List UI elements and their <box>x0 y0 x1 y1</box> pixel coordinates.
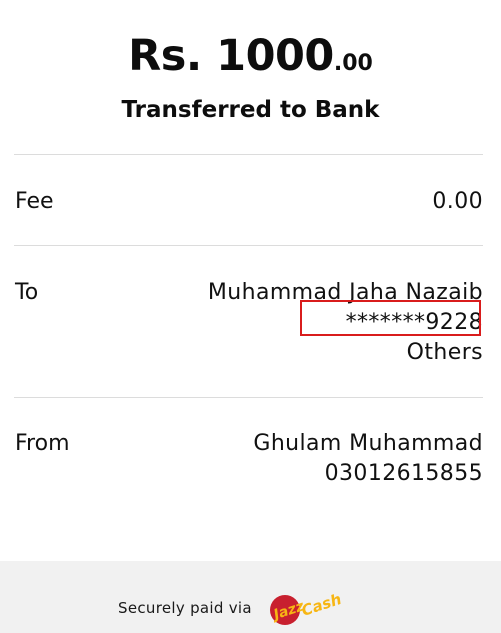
to-label: To <box>15 280 39 305</box>
recipient-bank: Others <box>406 340 483 365</box>
from-details: Ghulam Muhammad 03012615855 <box>253 429 483 489</box>
jazzcash-logo: Jazz Cash <box>269 590 344 625</box>
account-highlight-box <box>300 300 481 336</box>
from-label: From <box>15 431 70 456</box>
divider <box>14 397 483 398</box>
fee-label: Fee <box>15 189 54 214</box>
divider <box>14 154 483 155</box>
svg-text:Cash: Cash <box>299 590 343 620</box>
sender-name: Ghulam Muhammad <box>253 431 483 456</box>
transaction-receipt: Rs. 1000.00 Transferred to Bank Fee 0.00… <box>0 0 501 560</box>
sender-phone: 03012615855 <box>324 461 483 486</box>
transaction-amount: Rs. 1000.00 <box>0 30 501 90</box>
fee-value: 0.00 <box>432 189 483 214</box>
payment-footer: Securely paid via Jazz Cash <box>0 561 501 633</box>
secure-payment-text: Securely paid via <box>118 599 252 617</box>
divider <box>14 245 483 246</box>
amount-main: Rs. 1000 <box>128 31 334 81</box>
transaction-status: Transferred to Bank <box>121 97 380 123</box>
amount-cents: .00 <box>333 51 373 76</box>
